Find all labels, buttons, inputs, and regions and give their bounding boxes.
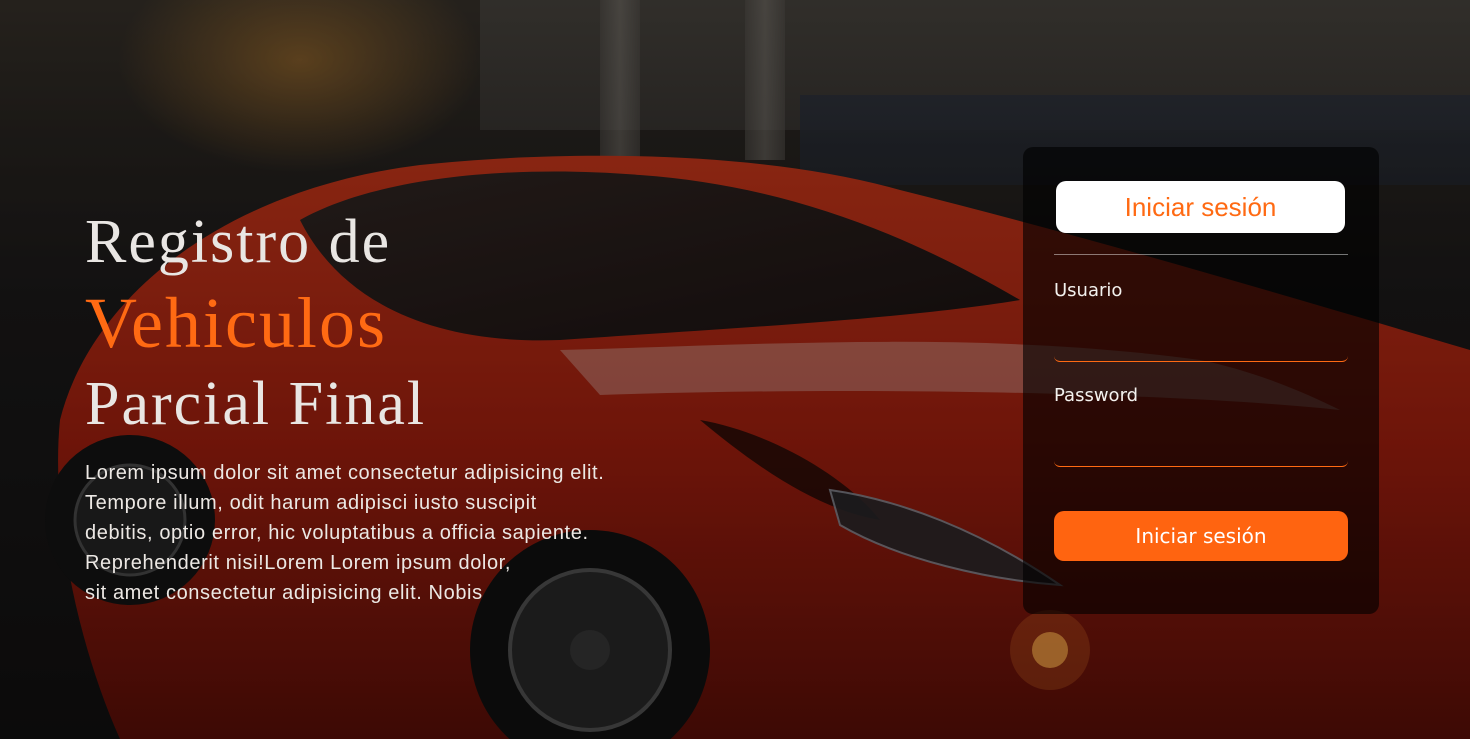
page: Registro de Vehiculos Parcial Final Lore…	[0, 0, 1470, 739]
hero-description: Lorem ipsum dolor sit amet consectetur a…	[85, 458, 675, 608]
password-label: Password	[1054, 385, 1139, 406]
hero-title-line-1: Registro de	[85, 208, 392, 276]
password-input[interactable]	[1054, 433, 1348, 467]
username-input[interactable]	[1054, 328, 1348, 362]
hero-section: Registro de Vehiculos Parcial Final Lore…	[85, 208, 705, 608]
hero-description-line: sit amet consectetur adipisicing elit. N…	[85, 582, 483, 604]
login-card: Iniciar sesión Usuario Password Iniciar …	[1023, 147, 1379, 614]
hero-description-line: Reprehenderit nisi!Lorem Lorem ipsum dol…	[85, 552, 511, 574]
hero-description-line: debitis, optio error, hic voluptatibus a…	[85, 522, 589, 544]
divider	[1054, 254, 1348, 255]
username-label: Usuario	[1054, 280, 1123, 301]
login-card-title: Iniciar sesión	[1056, 181, 1345, 233]
login-button[interactable]: Iniciar sesión	[1054, 511, 1348, 561]
hero-description-line: Lorem ipsum dolor sit amet consectetur a…	[85, 462, 605, 484]
hero-title-line-3: Parcial Final	[85, 370, 427, 438]
hero-description-line: Tempore illum, odit harum adipisci iusto…	[85, 492, 537, 514]
hero-title-highlight: Vehiculos	[85, 283, 387, 363]
